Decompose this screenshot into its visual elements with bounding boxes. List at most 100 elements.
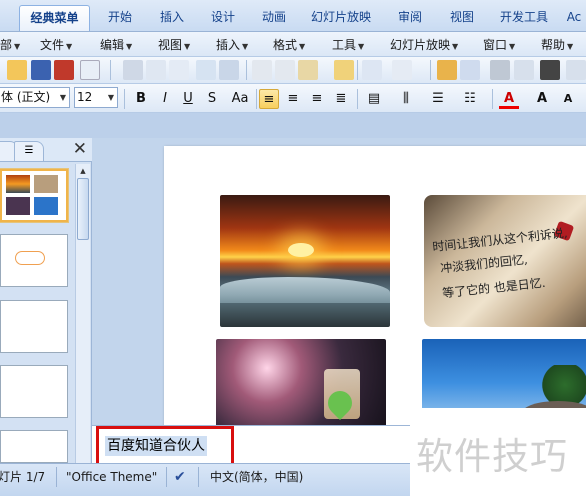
- heart-lantern-photo[interactable]: [216, 339, 386, 436]
- status-separator: [198, 467, 199, 487]
- menu-window[interactable]: 窗口 ▼: [483, 36, 515, 54]
- menu-insert[interactable]: 插入 ▼: [216, 36, 248, 54]
- print-icon[interactable]: [123, 60, 143, 80]
- slide-thumbnail[interactable]: [0, 365, 68, 418]
- menu-slideshow[interactable]: 幻灯片放映 ▼: [390, 36, 458, 54]
- justify-button[interactable]: ≣: [331, 89, 351, 109]
- undo-icon[interactable]: [362, 60, 382, 80]
- picture-icon[interactable]: [514, 60, 534, 80]
- text-direction-icon[interactable]: ⫼: [396, 89, 416, 109]
- tab-addins[interactable]: Ac: [562, 5, 586, 31]
- theme-name[interactable]: "Office Theme": [66, 468, 157, 486]
- menu-file[interactable]: 文件 ▼: [40, 36, 72, 54]
- slide-thumbnail[interactable]: [0, 300, 68, 353]
- copy-icon[interactable]: [275, 60, 295, 80]
- font-name-combo[interactable]: 体 (正文) ▼: [0, 87, 70, 108]
- align-right-button[interactable]: ≡: [307, 89, 327, 109]
- layout-icon[interactable]: [169, 60, 189, 80]
- slide-thumbnail[interactable]: [0, 234, 68, 287]
- surf: [220, 277, 390, 303]
- pdf-icon[interactable]: [54, 60, 74, 80]
- menu-all-label: 部: [0, 38, 13, 52]
- font-color-icon[interactable]: A: [499, 89, 519, 109]
- slide-canvas[interactable]: 时间让我们从这个利诉说, 冲淡我们的回忆, 等了它的 也是日忆.: [164, 146, 586, 436]
- paste-icon[interactable]: [298, 60, 318, 80]
- chevron-down-icon: ▼: [299, 42, 306, 51]
- bullets-icon[interactable]: ☰: [428, 89, 448, 109]
- chevron-down-icon[interactable]: ▼: [57, 88, 69, 107]
- format-painter-icon[interactable]: [334, 60, 354, 80]
- highlight-box: 百度知道合伙人: [96, 426, 234, 466]
- shadow-button[interactable]: S: [202, 89, 222, 109]
- spell-check-icon[interactable]: ✔: [174, 468, 186, 486]
- slide-thumbnail[interactable]: [0, 169, 68, 222]
- research-icon[interactable]: [219, 60, 239, 80]
- menu-insert-label: 插入: [216, 38, 241, 52]
- menu-help[interactable]: 帮助 ▼: [541, 36, 573, 54]
- smartart-icon[interactable]: [490, 60, 510, 80]
- chevron-down-icon: ▼: [126, 42, 133, 51]
- chevron-down-icon: ▼: [14, 42, 21, 51]
- print-preview-icon[interactable]: [146, 60, 166, 80]
- numbering-icon[interactable]: ☷: [460, 89, 480, 109]
- italic-button[interactable]: I: [155, 89, 175, 109]
- scroll-thumb[interactable]: [77, 178, 89, 240]
- change-case-button[interactable]: Aa: [226, 89, 254, 109]
- slide-layout-icon[interactable]: [540, 60, 560, 80]
- note-line: 时间让我们从这个利诉说,: [431, 225, 569, 255]
- sunset-beach-photo[interactable]: [220, 195, 390, 327]
- font-size-combo[interactable]: 12 ▼: [74, 87, 118, 108]
- classic-menu-bar: 部 ▼ 文件 ▼ 编辑 ▼ 视图 ▼ 插入 ▼ 格式 ▼ 工具 ▼ 幻灯片放映 ▼ 窗口 ▼ 帮助…: [0, 32, 586, 57]
- spelling-icon[interactable]: [196, 60, 216, 80]
- shrink-font-icon[interactable]: A: [558, 89, 578, 109]
- chart-icon[interactable]: [437, 60, 457, 80]
- tab-insert[interactable]: 插入: [150, 5, 194, 31]
- thumbnail-scrollbar[interactable]: ▲: [75, 164, 90, 463]
- toolbar-separator: [357, 89, 358, 109]
- tab-developer[interactable]: 开发工具: [493, 5, 555, 31]
- ribbon-tabs: 经典菜单 开始 插入 设计 动画 幻灯片放映 审阅 视图 开发工具 Ac: [0, 0, 586, 32]
- menu-slideshow-label: 幻灯片放映: [390, 38, 451, 52]
- menu-edit[interactable]: 编辑 ▼: [100, 36, 132, 54]
- thumb-shape: [15, 251, 45, 265]
- tab-slideshow[interactable]: 幻灯片放映: [305, 5, 377, 31]
- bold-button[interactable]: B: [131, 89, 151, 109]
- align-center-button[interactable]: ≡: [283, 89, 303, 109]
- menu-tools[interactable]: 工具 ▼: [332, 36, 364, 54]
- align-left-button[interactable]: ≡: [259, 89, 279, 109]
- tab-outline[interactable]: ☰: [14, 141, 44, 161]
- columns-icon[interactable]: ▤: [364, 89, 384, 109]
- sun: [288, 243, 314, 257]
- language-indicator[interactable]: 中文(简体，中国): [210, 468, 303, 486]
- more-icon[interactable]: [566, 60, 586, 80]
- cut-icon[interactable]: [252, 60, 272, 80]
- tab-view[interactable]: 视图: [440, 5, 484, 31]
- tab-classic-menu[interactable]: 经典菜单: [19, 5, 90, 31]
- formatting-toolbar: 体 (正文) ▼ 12 ▼ B I U S Aa ≡ ≡ ≡ ≣ ▤ ⫼ ☰ ☷…: [0, 84, 586, 113]
- tab-animation[interactable]: 动画: [252, 5, 296, 31]
- open-folder-icon[interactable]: [7, 60, 27, 80]
- menu-view[interactable]: 视图 ▼: [158, 36, 190, 54]
- underline-button[interactable]: U: [178, 89, 198, 109]
- thumb-photo: [6, 175, 30, 193]
- chevron-down-icon[interactable]: ▼: [105, 88, 117, 107]
- font-name-value: 体 (正文): [1, 90, 51, 104]
- table-icon[interactable]: [460, 60, 480, 80]
- scroll-up-icon[interactable]: ▲: [77, 165, 89, 177]
- tab-review[interactable]: 审阅: [388, 5, 432, 31]
- tab-design[interactable]: 设计: [201, 5, 245, 31]
- redo-icon[interactable]: [392, 60, 412, 80]
- menu-format[interactable]: 格式 ▼: [273, 36, 305, 54]
- notes-text[interactable]: 百度知道合伙人: [105, 436, 207, 456]
- slide-thumbnail[interactable]: [0, 430, 68, 463]
- menu-tools-label: 工具: [332, 38, 357, 52]
- close-icon[interactable]: ✕: [73, 139, 87, 159]
- tab-home[interactable]: 开始: [98, 5, 142, 31]
- permission-icon[interactable]: [80, 60, 100, 80]
- menu-all[interactable]: 部 ▼: [0, 36, 20, 54]
- save-icon[interactable]: [31, 60, 51, 80]
- chevron-down-icon: ▼: [66, 42, 73, 51]
- handwritten-note-photo[interactable]: 时间让我们从这个利诉说, 冲淡我们的回忆, 等了它的 也是日忆.: [424, 195, 586, 327]
- toolbar-separator: [246, 60, 247, 80]
- grow-font-icon[interactable]: A: [532, 89, 552, 109]
